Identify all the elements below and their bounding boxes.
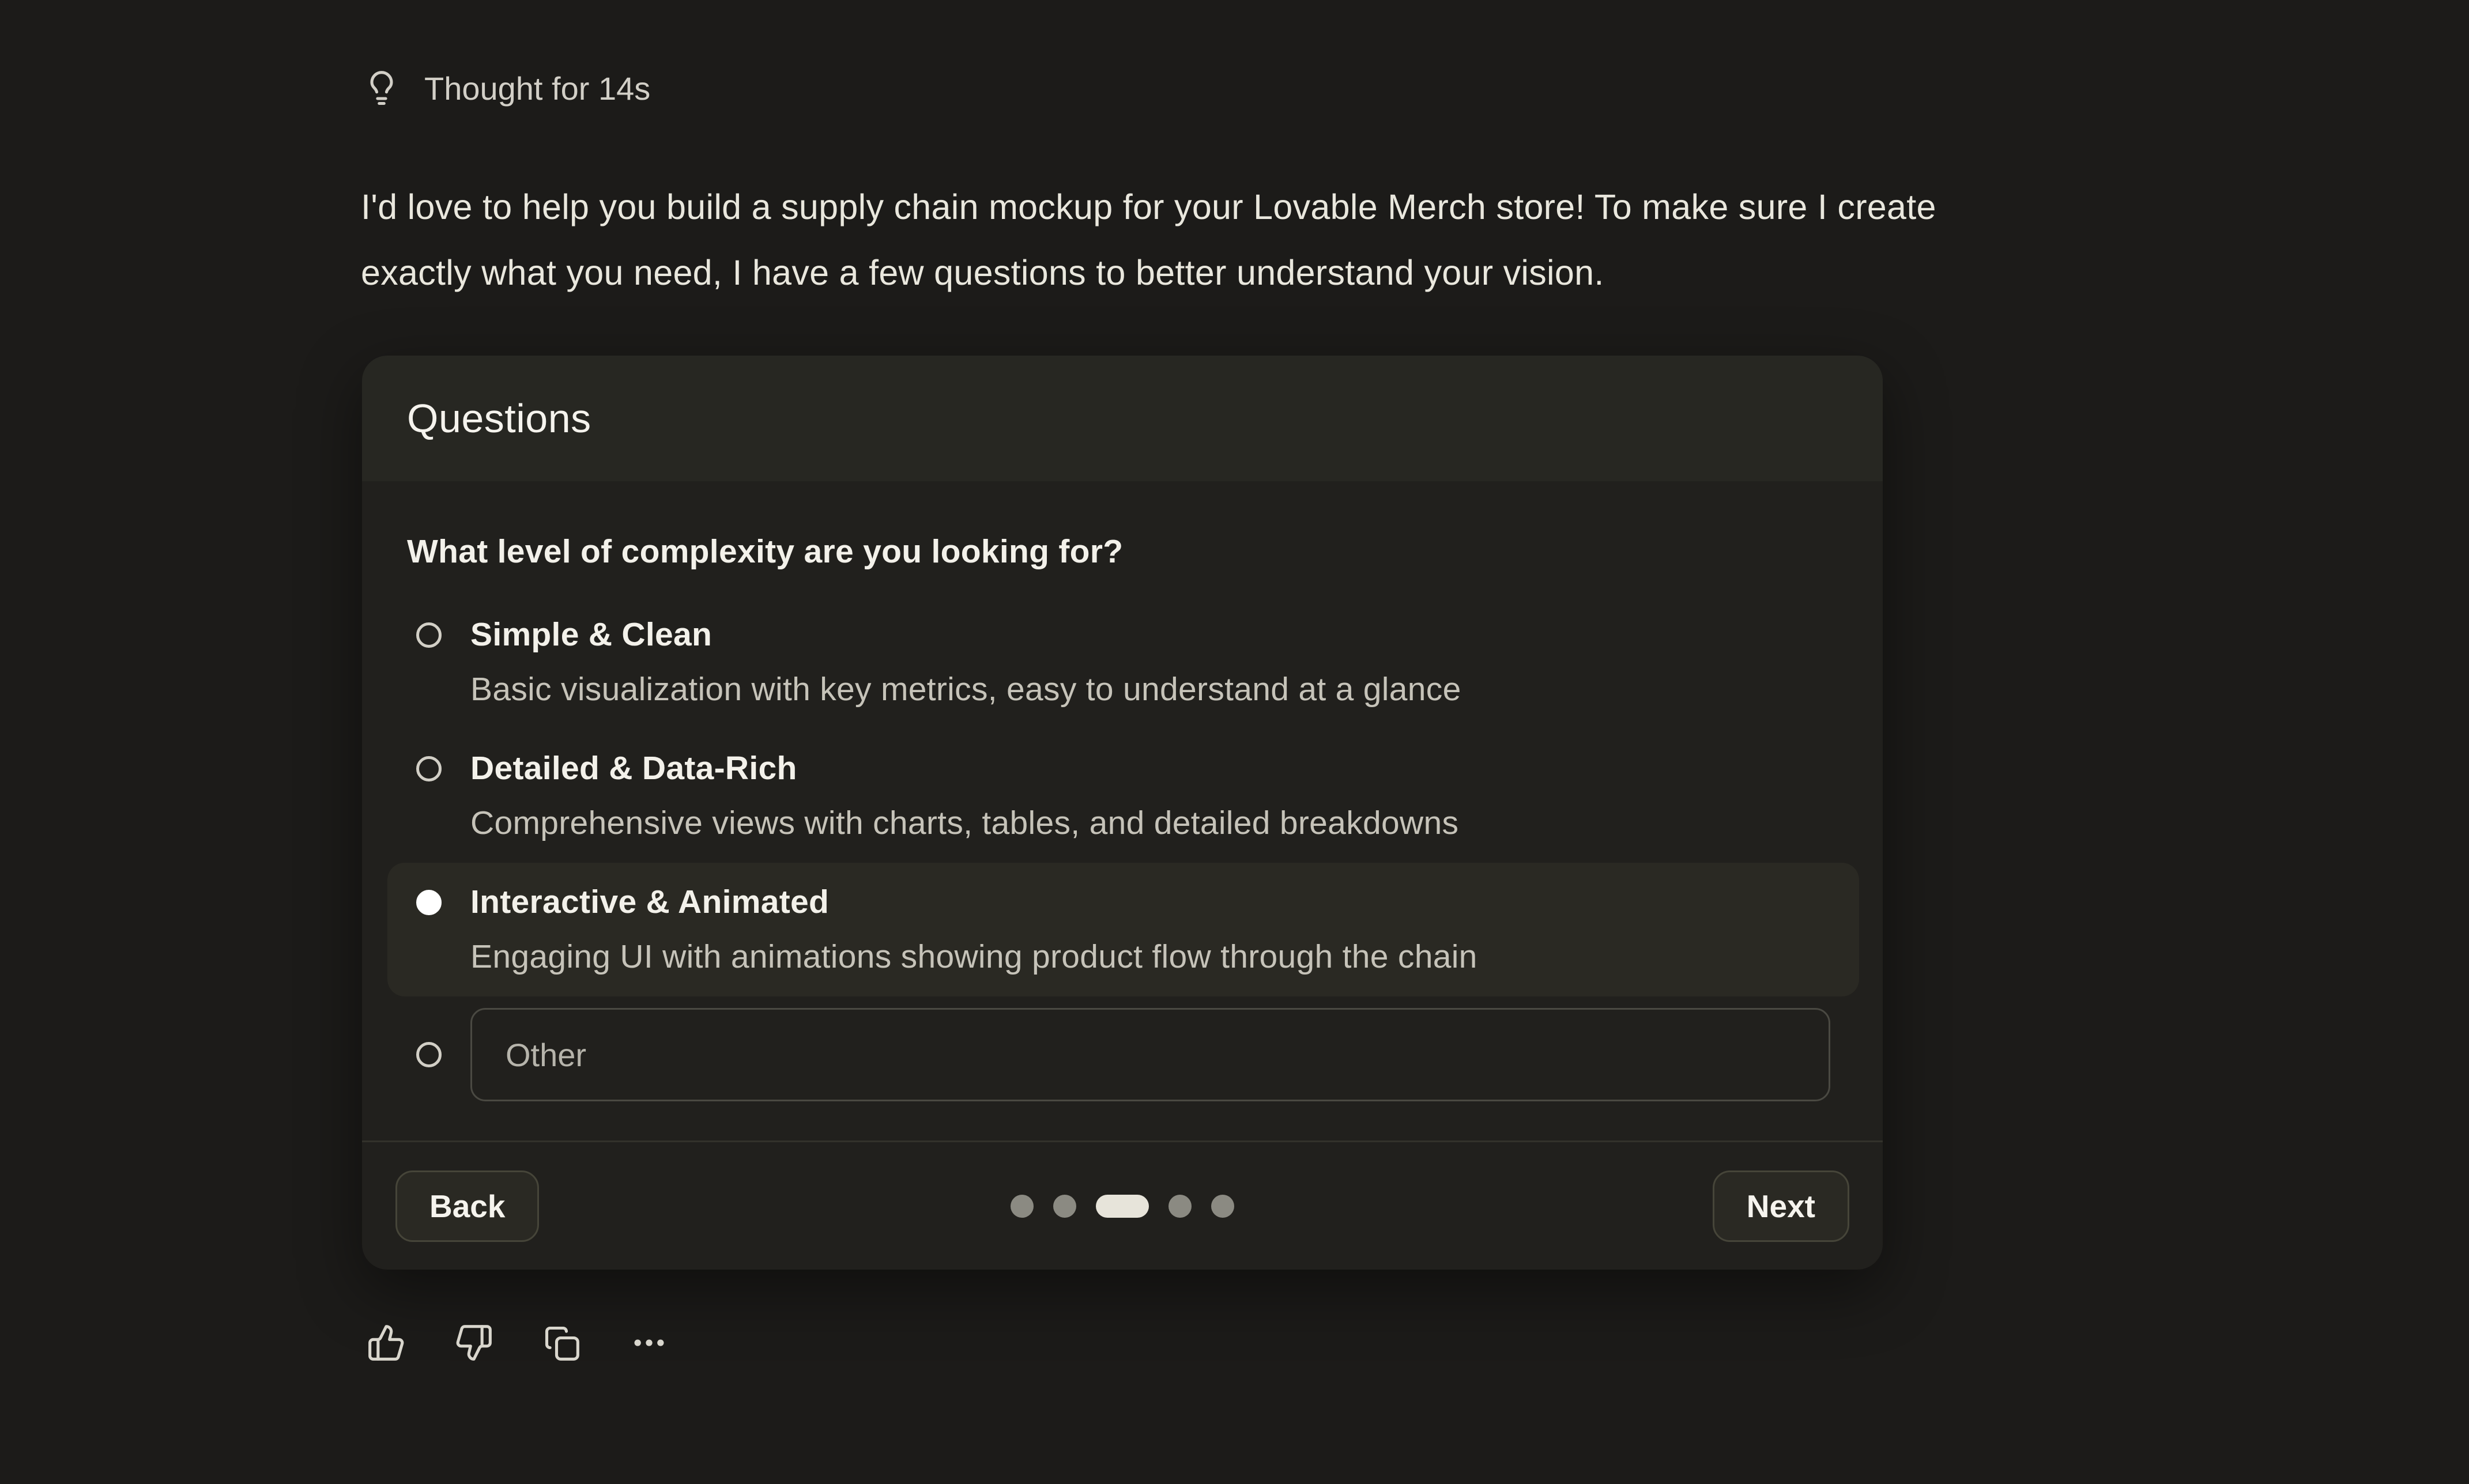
message-actions <box>367 1323 669 1362</box>
questions-card: Questions What level of complexity are y… <box>362 356 1883 1270</box>
pagination-dots <box>1011 1195 1234 1218</box>
option-title: Interactive & Animated <box>470 875 1477 930</box>
option-description: Engaging UI with animations showing prod… <box>470 930 1477 984</box>
pagination-dot[interactable] <box>1168 1195 1192 1218</box>
assistant-message: I'd love to help you build a supply chai… <box>361 174 1936 305</box>
copy-button[interactable] <box>542 1323 581 1362</box>
pagination-dot[interactable] <box>1011 1195 1034 1218</box>
option-interactive-animated[interactable]: Interactive & Animated Engaging UI with … <box>387 863 1859 996</box>
radio-icon[interactable] <box>416 756 442 781</box>
thumbs-up-icon <box>367 1323 406 1362</box>
thought-label: Thought for 14s <box>424 69 650 108</box>
thumbs-down-icon <box>454 1323 493 1362</box>
more-options-button[interactable] <box>629 1323 669 1362</box>
option-simple-clean[interactable]: Simple & Clean Basic visualization with … <box>387 595 1859 729</box>
option-description: Comprehensive views with charts, tables,… <box>470 796 1458 851</box>
option-description: Basic visualization with key metrics, ea… <box>470 662 1461 717</box>
pagination-dot-active[interactable] <box>1096 1195 1149 1218</box>
more-options-icon <box>629 1323 669 1362</box>
lightbulb-icon <box>362 69 401 108</box>
radio-icon[interactable] <box>416 890 442 915</box>
card-body: What level of complexity are you looking… <box>362 481 1883 1113</box>
card-header: Questions <box>362 356 1883 481</box>
other-option-input[interactable] <box>470 1008 1830 1101</box>
option-title: Detailed & Data-Rich <box>470 741 1458 796</box>
back-button[interactable]: Back <box>395 1170 539 1242</box>
thought-summary-toggle[interactable]: Thought for 14s <box>362 69 650 108</box>
thumbs-down-button[interactable] <box>454 1323 493 1362</box>
next-button[interactable]: Next <box>1713 1170 1849 1242</box>
message-line: I'd love to help you build a supply chai… <box>361 174 1936 240</box>
option-detailed-data-rich[interactable]: Detailed & Data-Rich Comprehensive views… <box>387 729 1859 863</box>
option-other[interactable] <box>387 996 1859 1113</box>
card-title: Questions <box>407 395 591 441</box>
option-title: Simple & Clean <box>470 607 1461 662</box>
card-footer: Back Next <box>362 1141 1883 1270</box>
copy-icon <box>542 1323 581 1362</box>
options-list: Simple & Clean Basic visualization with … <box>387 595 1859 1113</box>
thumbs-up-button[interactable] <box>367 1323 406 1362</box>
pagination-dot[interactable] <box>1211 1195 1234 1218</box>
radio-icon[interactable] <box>416 622 442 648</box>
message-line: exactly what you need, I have a few ques… <box>361 240 1936 305</box>
question-text: What level of complexity are you looking… <box>407 531 1838 572</box>
pagination-dot[interactable] <box>1053 1195 1076 1218</box>
radio-icon[interactable] <box>416 1042 442 1067</box>
